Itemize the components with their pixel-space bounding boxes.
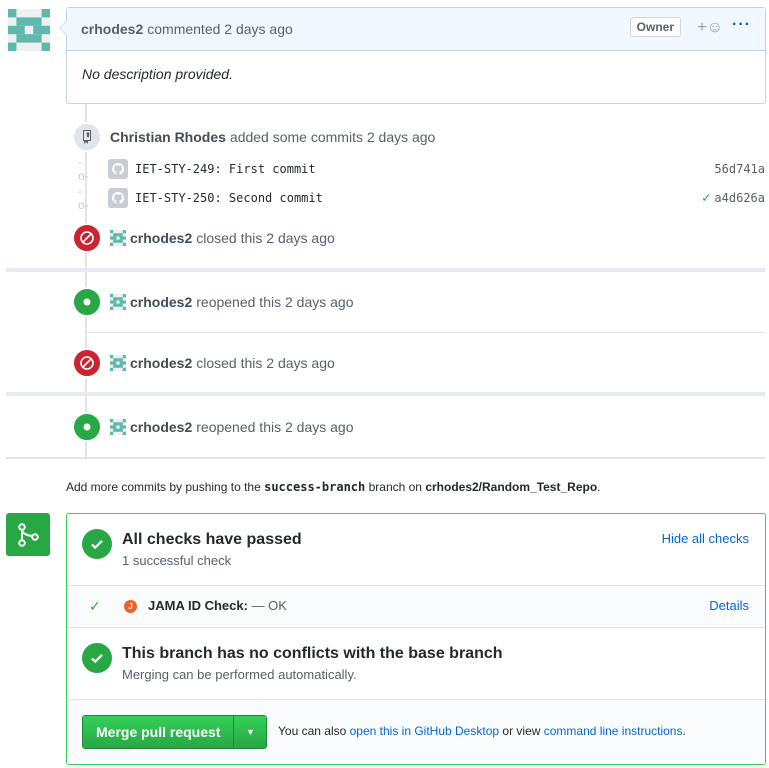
checks-summary: 1 successful check bbox=[122, 553, 232, 568]
git-merge-icon bbox=[6, 513, 50, 556]
commit-row: -o- IET-STY-250: Second commit ✓ a4d626a bbox=[78, 184, 765, 212]
comment-timestamp[interactable]: commented 2 days ago bbox=[147, 21, 293, 37]
comment-author[interactable]: crhodes2 bbox=[81, 21, 143, 37]
commit-dot-icon: -o- bbox=[78, 155, 89, 183]
event-action: reopened this 2 days ago bbox=[196, 294, 354, 310]
checks-section: All checks have passed 1 successful chec… bbox=[67, 514, 765, 585]
closed-event: crhodes2 closed this 2 days ago bbox=[72, 223, 335, 253]
checks-passed-icon bbox=[82, 529, 112, 559]
github-icon bbox=[111, 162, 125, 175]
command-line-instructions-link[interactable]: command line instructions bbox=[544, 724, 683, 738]
merge-pull-request-button[interactable]: Merge pull request bbox=[83, 716, 234, 748]
check-success-icon: ✓ bbox=[89, 598, 101, 614]
reopened-event: crhodes2 reopened this 2 days ago bbox=[72, 287, 353, 317]
checks-title: All checks have passed bbox=[122, 531, 302, 548]
timeline-divider bbox=[6, 392, 765, 396]
event-actor[interactable]: crhodes2 bbox=[130, 294, 192, 310]
open-github-desktop-link[interactable]: open this in GitHub Desktop bbox=[350, 724, 499, 738]
no-conflicts-icon bbox=[82, 643, 112, 673]
user-avatar[interactable] bbox=[110, 355, 126, 371]
conflicts-title: This branch has no conflicts with the ba… bbox=[122, 645, 503, 662]
user-avatar[interactable] bbox=[110, 230, 126, 246]
event-action: closed this 2 days ago bbox=[196, 230, 335, 246]
reopened-icon bbox=[72, 287, 102, 317]
commit-sha[interactable]: ✓ a4d626a bbox=[702, 190, 765, 206]
branch-name: success-branch bbox=[264, 480, 366, 494]
commits-actor[interactable]: Christian Rhodes bbox=[110, 129, 226, 145]
check-details-link[interactable]: Details bbox=[709, 598, 749, 613]
commit-row: -o- IET-STY-249: First commit 56d741a bbox=[78, 155, 765, 183]
jama-icon: J bbox=[124, 600, 137, 613]
closed-event: crhodes2 closed this 2 days ago bbox=[72, 348, 335, 378]
commit-message[interactable]: IET-STY-250: Second commit bbox=[135, 191, 323, 205]
user-avatar[interactable] bbox=[110, 294, 126, 310]
check-row: ✓ J JAMA ID Check: — OK Details bbox=[67, 585, 765, 628]
commit-message[interactable]: IET-STY-249: First commit bbox=[135, 162, 316, 176]
owner-badge: Owner bbox=[629, 17, 681, 37]
check-name: JAMA ID Check: — OK bbox=[148, 598, 287, 613]
closed-icon bbox=[72, 223, 102, 253]
comment-box: crhodes2 commented 2 days ago Owner +☺ ·… bbox=[59, 7, 766, 104]
merge-method-dropdown[interactable]: ▼ bbox=[233, 716, 267, 748]
merge-footer: Merge pull request ▼ You can also open t… bbox=[67, 699, 765, 764]
merge-alternatives: You can also open this in GitHub Desktop… bbox=[278, 724, 686, 738]
more-options-icon[interactable]: ··· bbox=[732, 16, 751, 34]
github-icon bbox=[111, 191, 125, 204]
conflicts-section: This branch has no conflicts with the ba… bbox=[67, 628, 765, 699]
commit-status-check-icon[interactable]: ✓ bbox=[702, 190, 710, 206]
add-reaction-icon[interactable]: +☺ bbox=[697, 19, 723, 37]
event-action: reopened this 2 days ago bbox=[196, 419, 354, 435]
caret-down-icon: ▼ bbox=[246, 727, 255, 737]
timeline-end-divider bbox=[6, 457, 765, 459]
event-actor[interactable]: crhodes2 bbox=[130, 355, 192, 371]
repo-push-icon bbox=[72, 122, 102, 152]
commit-dot-icon: -o- bbox=[78, 184, 89, 212]
closed-icon bbox=[72, 348, 102, 378]
push-note: Add more commits by pushing to the succe… bbox=[66, 480, 601, 494]
reopened-event: crhodes2 reopened this 2 days ago bbox=[72, 412, 353, 442]
hide-checks-link[interactable]: Hide all checks bbox=[662, 531, 749, 546]
commit-sha[interactable]: 56d741a bbox=[714, 162, 765, 176]
event-action: closed this 2 days ago bbox=[196, 355, 335, 371]
timeline-divider bbox=[86, 332, 765, 333]
event-actor[interactable]: crhodes2 bbox=[130, 419, 192, 435]
conflicts-summary: Merging can be performed automatically. bbox=[122, 667, 357, 682]
commit-avatar[interactable] bbox=[108, 159, 128, 179]
commits-action: added some commits 2 days ago bbox=[229, 129, 436, 145]
user-avatar[interactable] bbox=[8, 9, 50, 51]
commits-added-event: Christian Rhodes added some commits 2 day… bbox=[72, 122, 435, 152]
event-actor[interactable]: crhodes2 bbox=[130, 230, 192, 246]
timeline-divider bbox=[6, 268, 765, 272]
comment-body: No description provided. bbox=[82, 66, 233, 82]
commit-avatar[interactable] bbox=[108, 188, 128, 208]
reopened-icon bbox=[72, 412, 102, 442]
repo-name: crhodes2/Random_Test_Repo bbox=[425, 480, 598, 494]
merge-button-group: Merge pull request ▼ bbox=[82, 715, 268, 749]
merge-box: All checks have passed 1 successful chec… bbox=[66, 513, 766, 765]
user-avatar[interactable] bbox=[110, 419, 126, 435]
